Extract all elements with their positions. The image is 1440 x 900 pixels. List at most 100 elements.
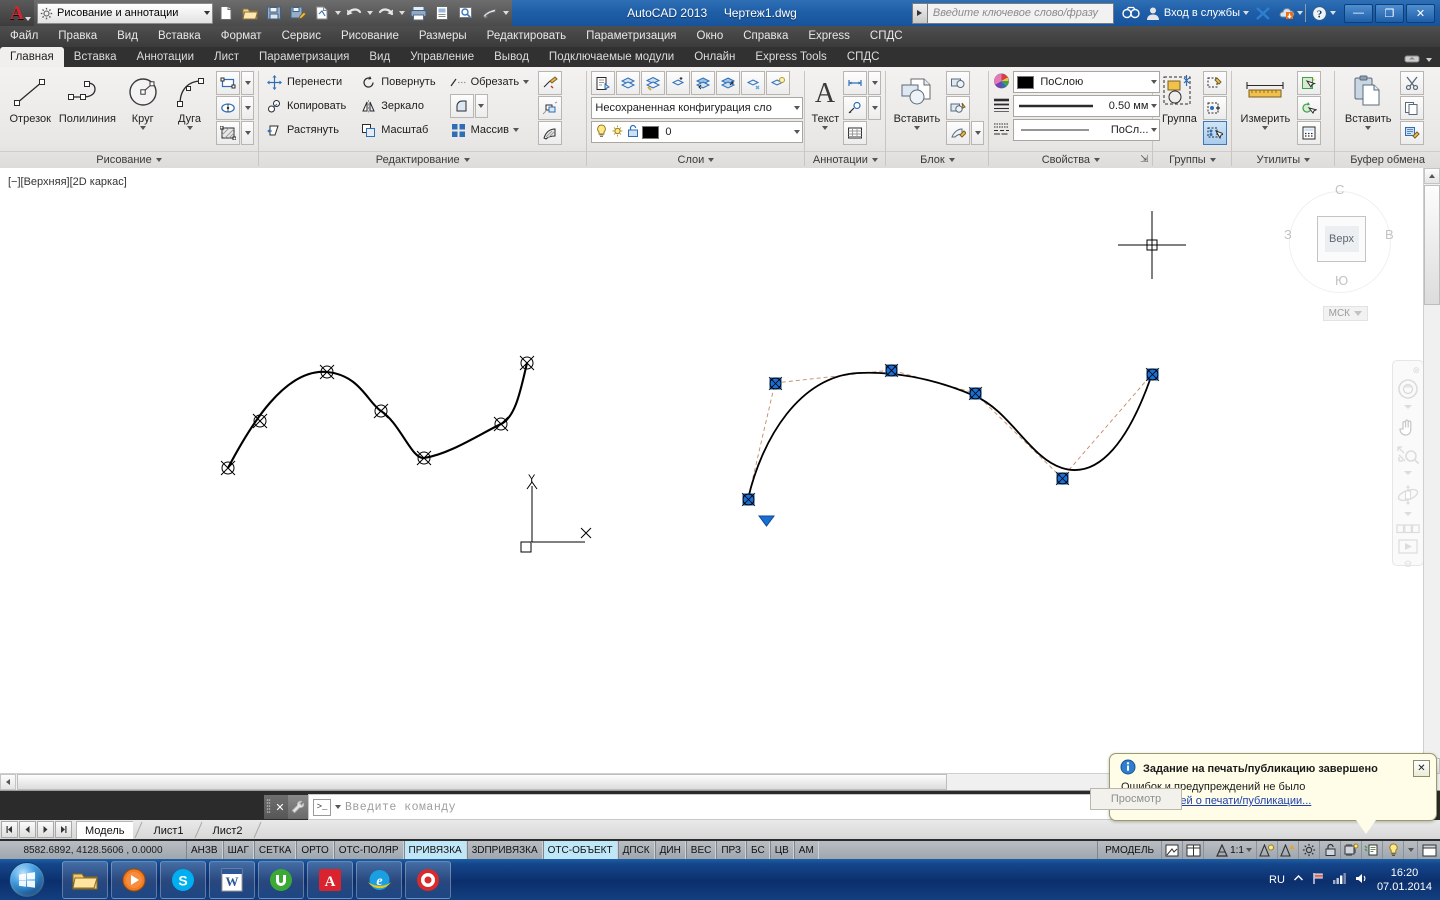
- save-icon[interactable]: [263, 2, 285, 24]
- viewport-icon[interactable]: [1161, 841, 1182, 859]
- define-attribute-dropdown[interactable]: [971, 121, 984, 145]
- rectangle-icon[interactable]: [216, 71, 240, 95]
- undo-icon[interactable]: [343, 2, 365, 24]
- sheetset-icon[interactable]: [431, 2, 453, 24]
- vertical-scrollbar[interactable]: [1423, 168, 1440, 790]
- status-toggle-selectioncycling[interactable]: БС: [746, 841, 770, 859]
- view-cube-east[interactable]: В: [1385, 227, 1394, 242]
- draw-circle-button[interactable]: Круг: [118, 70, 167, 130]
- menu-item-window[interactable]: Окно: [687, 26, 734, 47]
- layout-icon[interactable]: [1182, 841, 1203, 859]
- layer-properties-icon[interactable]: [591, 71, 615, 95]
- cut-icon[interactable]: [1400, 71, 1424, 95]
- navbar-collapse-icon[interactable]: ⊖: [1404, 559, 1412, 570]
- modify-mirror-button[interactable]: Зеркало: [357, 94, 438, 118]
- lineweight-combo[interactable]: 0.50 мм: [1013, 95, 1160, 117]
- chevron-down-icon[interactable]: [1330, 11, 1336, 15]
- annotation-scale-selector[interactable]: 1:1: [1212, 841, 1256, 859]
- coordinates-display[interactable]: 8582.6892, 4128.5606 , 0.0000: [0, 845, 186, 856]
- zoom-icon[interactable]: [1396, 444, 1420, 469]
- view-cube[interactable]: Верх С Ю З В: [1284, 186, 1394, 296]
- balloon-close-button[interactable]: ✕: [1413, 760, 1430, 777]
- layer-prev-icon[interactable]: [691, 71, 715, 95]
- view-cube-south[interactable]: Ю: [1335, 273, 1348, 288]
- chevron-down-icon[interactable]: [335, 805, 341, 809]
- group-button[interactable]: Группа: [1157, 70, 1201, 125]
- vertical-scroll-thumb[interactable]: [1424, 185, 1440, 305]
- explode-icon[interactable]: [538, 96, 562, 120]
- showmotion-icon[interactable]: [1396, 524, 1420, 537]
- modify-array-button[interactable]: Массив: [447, 118, 533, 142]
- dimension-dropdown[interactable]: [868, 71, 881, 95]
- tab-home[interactable]: Главная: [0, 47, 64, 67]
- ucs-selector[interactable]: МСК: [1323, 306, 1368, 321]
- ungroup-icon[interactable]: [1203, 71, 1227, 95]
- edit-block-icon[interactable]: [946, 96, 970, 120]
- status-toggle-otrack[interactable]: ОТС-ОБЪЕКТ: [543, 841, 618, 859]
- hatch-icon[interactable]: [216, 121, 240, 145]
- edit-polyline-icon[interactable]: [538, 71, 562, 95]
- match-properties-icon[interactable]: [1400, 121, 1424, 145]
- minimize-button[interactable]: —: [1344, 4, 1373, 23]
- navbar-close-icon[interactable]: ⊗: [1412, 365, 1420, 376]
- panel-groups-title[interactable]: Группы: [1153, 151, 1231, 168]
- view-cube-west[interactable]: З: [1284, 227, 1292, 242]
- chevron-down-icon[interactable]: [503, 11, 509, 15]
- properties-color-icon[interactable]: [993, 73, 1010, 92]
- chevron-down-icon[interactable]: [914, 126, 920, 130]
- hardware-accel-icon[interactable]: [1340, 841, 1361, 859]
- search-icon[interactable]: [1120, 2, 1142, 24]
- modify-stretch-button[interactable]: Растянуть: [263, 118, 349, 142]
- first-tab-button[interactable]: [1, 821, 18, 838]
- new-icon[interactable]: [215, 2, 237, 24]
- view-cube-north[interactable]: С: [1335, 182, 1344, 197]
- lock-icon[interactable]: [1319, 841, 1340, 859]
- panel-utilities-title[interactable]: Утилиты: [1232, 151, 1334, 168]
- layer-next-icon[interactable]: [716, 71, 740, 95]
- next-tab-button[interactable]: [37, 821, 54, 838]
- layer-color-swatch[interactable]: [642, 126, 659, 139]
- group-selection-icon[interactable]: [1203, 121, 1227, 145]
- chevron-down-icon[interactable]: [1262, 126, 1268, 130]
- start-button[interactable]: [2, 861, 52, 899]
- prev-tab-button[interactable]: [19, 821, 36, 838]
- play-icon[interactable]: [1397, 539, 1419, 557]
- panel-block-title[interactable]: Блок: [886, 151, 988, 168]
- layer-on-icon[interactable]: [766, 71, 790, 95]
- ribbon-display-icon[interactable]: [1404, 53, 1420, 67]
- close-button[interactable]: ✕: [1406, 4, 1435, 23]
- status-toggle-ortho[interactable]: ОРТО: [296, 841, 333, 859]
- chevron-down-icon[interactable]: [1404, 405, 1412, 409]
- fullscreen-icon[interactable]: [1417, 841, 1440, 859]
- tab-annotate[interactable]: Аннотации: [127, 48, 204, 67]
- taskbar-autocad[interactable]: A: [307, 861, 353, 899]
- taskbar-explorer[interactable]: [62, 861, 108, 899]
- workspace-selector[interactable]: Рисование и аннотации: [37, 3, 213, 24]
- menu-item-spds[interactable]: СПДС: [860, 26, 913, 47]
- status-toggle-am[interactable]: АМ: [794, 841, 819, 859]
- command-line-settings-button[interactable]: [288, 795, 308, 819]
- chevron-down-icon[interactable]: [335, 11, 341, 15]
- open-icon[interactable]: [239, 2, 261, 24]
- unlock-icon[interactable]: [627, 124, 639, 141]
- chevron-down-icon[interactable]: [399, 11, 405, 15]
- status-toggle-lwt[interactable]: ВЕС: [686, 841, 717, 859]
- tab-layout2[interactable]: Лист2: [205, 822, 252, 839]
- menu-item-dimensions[interactable]: Размеры: [409, 26, 477, 47]
- panel-dialog-launcher-icon[interactable]: ⇲: [1140, 152, 1148, 168]
- taskbar-internet-explorer[interactable]: e: [356, 861, 402, 899]
- panel-draw-title[interactable]: Рисование: [0, 151, 258, 168]
- chevron-down-icon[interactable]: [513, 128, 519, 132]
- group-edit-icon[interactable]: [1203, 96, 1227, 120]
- object-color-combo[interactable]: ПоСлою: [1013, 71, 1160, 93]
- edit-hatch-icon[interactable]: [538, 121, 562, 145]
- panel-properties-title[interactable]: Свойства ⇲: [989, 151, 1152, 168]
- layer-state-combo[interactable]: Несохраненная конфигурация сло: [591, 97, 803, 119]
- menu-item-help[interactable]: Справка: [733, 26, 798, 47]
- tray-language[interactable]: RU: [1269, 874, 1285, 886]
- modify-trim-button[interactable]: Обрезать: [447, 70, 533, 94]
- horizontal-scroll-thumb[interactable]: [17, 774, 947, 790]
- redo-icon[interactable]: [375, 2, 397, 24]
- chevron-down-icon[interactable]: [523, 80, 529, 84]
- layer-freeze-icon[interactable]: [641, 71, 665, 95]
